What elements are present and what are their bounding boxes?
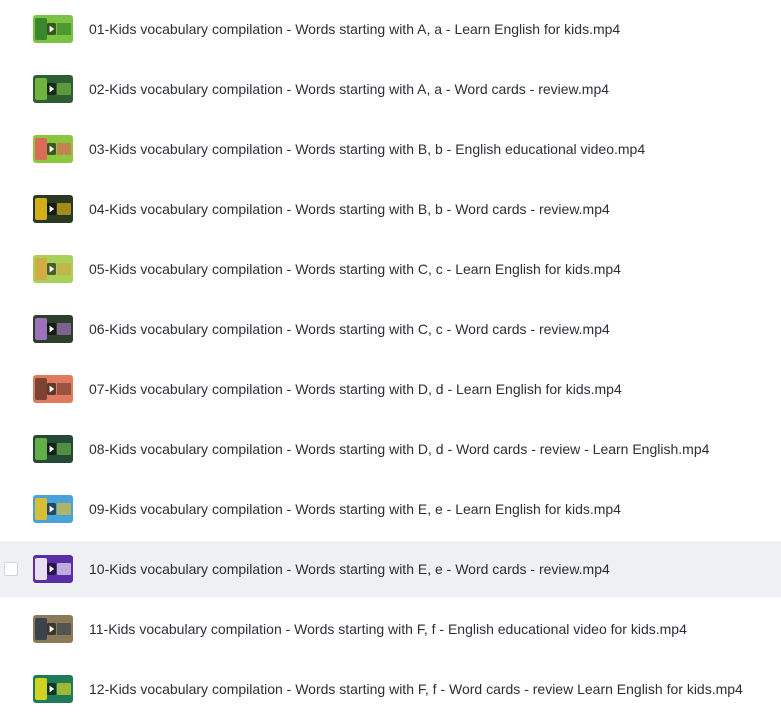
file-name[interactable]: 02-Kids vocabulary compilation - Words s… bbox=[89, 79, 609, 99]
file-name[interactable]: 09-Kids vocabulary compilation - Words s… bbox=[89, 499, 621, 519]
file-name[interactable]: 10-Kids vocabulary compilation - Words s… bbox=[89, 559, 610, 579]
video-thumbnail-icon[interactable] bbox=[33, 255, 73, 283]
video-thumbnail-icon[interactable] bbox=[33, 555, 73, 583]
file-name[interactable]: 04-Kids vocabulary compilation - Words s… bbox=[89, 199, 610, 219]
video-thumbnail-icon[interactable] bbox=[33, 435, 73, 463]
file-row[interactable]: 09-Kids vocabulary compilation - Words s… bbox=[0, 481, 781, 537]
file-name[interactable]: 06-Kids vocabulary compilation - Words s… bbox=[89, 319, 610, 339]
video-thumbnail-icon[interactable] bbox=[33, 495, 73, 523]
file-row[interactable]: 04-Kids vocabulary compilation - Words s… bbox=[0, 181, 781, 237]
file-row[interactable]: 01-Kids vocabulary compilation - Words s… bbox=[0, 1, 781, 57]
video-thumbnail-icon[interactable] bbox=[33, 315, 73, 343]
file-row[interactable]: 06-Kids vocabulary compilation - Words s… bbox=[0, 301, 781, 357]
file-row[interactable]: 03-Kids vocabulary compilation - Words s… bbox=[0, 121, 781, 177]
video-thumbnail-icon[interactable] bbox=[33, 195, 73, 223]
file-name[interactable]: 11-Kids vocabulary compilation - Words s… bbox=[89, 619, 687, 639]
file-name[interactable]: 12-Kids vocabulary compilation - Words s… bbox=[89, 679, 743, 699]
file-name[interactable]: 03-Kids vocabulary compilation - Words s… bbox=[89, 139, 645, 159]
row-checkbox[interactable] bbox=[4, 562, 18, 576]
video-thumbnail-icon[interactable] bbox=[33, 15, 73, 43]
video-thumbnail-icon[interactable] bbox=[33, 615, 73, 643]
file-name[interactable]: 08-Kids vocabulary compilation - Words s… bbox=[89, 439, 709, 459]
file-row[interactable]: 10-Kids vocabulary compilation - Words s… bbox=[0, 541, 781, 597]
file-list: 01-Kids vocabulary compilation - Words s… bbox=[0, 0, 781, 715]
file-row[interactable]: 11-Kids vocabulary compilation - Words s… bbox=[0, 601, 781, 657]
file-row[interactable]: 12-Kids vocabulary compilation - Words s… bbox=[0, 661, 781, 717]
file-row[interactable]: 08-Kids vocabulary compilation - Words s… bbox=[0, 421, 781, 477]
video-thumbnail-icon[interactable] bbox=[33, 135, 73, 163]
file-row[interactable]: 02-Kids vocabulary compilation - Words s… bbox=[0, 61, 781, 117]
file-name[interactable]: 07-Kids vocabulary compilation - Words s… bbox=[89, 379, 622, 399]
video-thumbnail-icon[interactable] bbox=[33, 675, 73, 703]
file-name[interactable]: 05-Kids vocabulary compilation - Words s… bbox=[89, 259, 621, 279]
video-thumbnail-icon[interactable] bbox=[33, 75, 73, 103]
file-row[interactable]: 05-Kids vocabulary compilation - Words s… bbox=[0, 241, 781, 297]
video-thumbnail-icon[interactable] bbox=[33, 375, 73, 403]
file-name[interactable]: 01-Kids vocabulary compilation - Words s… bbox=[89, 19, 620, 39]
file-row[interactable]: 07-Kids vocabulary compilation - Words s… bbox=[0, 361, 781, 417]
